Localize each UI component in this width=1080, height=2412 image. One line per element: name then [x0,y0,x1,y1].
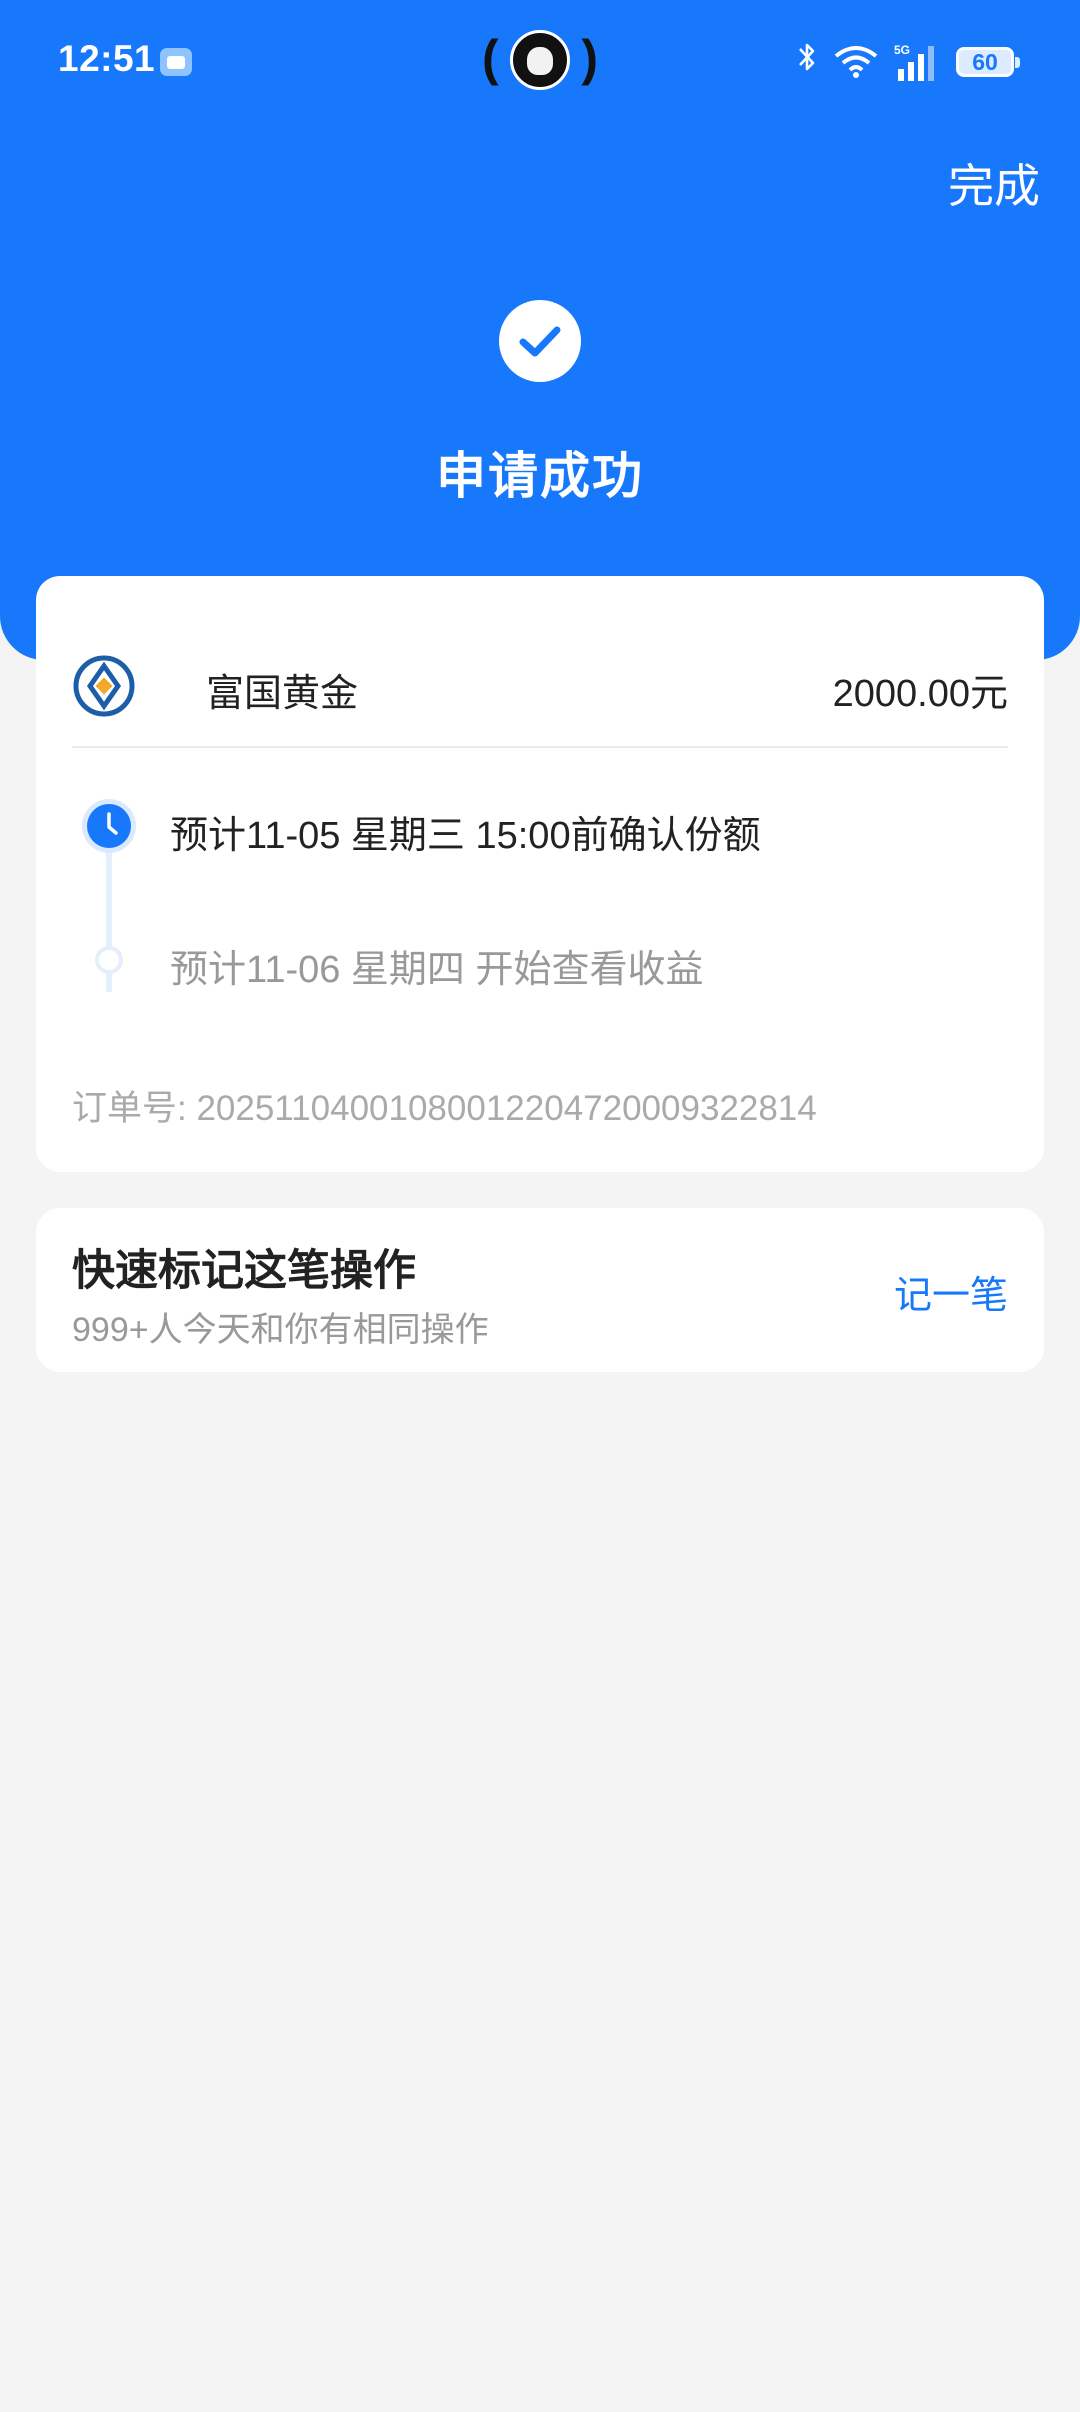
divider [72,746,1008,748]
order-number: 订单号: 20251104001080012204720009322814 [72,1089,817,1128]
wifi-icon [834,46,878,78]
check-circle-icon [499,300,581,382]
status-icons: 5G 60 [796,40,1020,85]
quick-mark-title: 快速标记这笔操作 [72,1247,416,1295]
battery-icon: 60 [956,47,1020,77]
notification-app-icon [160,48,192,76]
signal-5g-icon: 5G [894,43,934,81]
header-background: 12:51 ( ) 5G 60 完成 申请成功 [0,0,1080,660]
status-bar: 12:51 ( ) 5G 60 [0,0,1080,124]
paren-left: ( [482,30,499,86]
timeline-step-2: 预计11-06 星期四 开始查看收益 [170,949,704,991]
order-card: 富国黄金 2000.00元 预计11-05 星期三 15:00前确认份额 预计1… [36,576,1044,1172]
quick-mark-card: 快速标记这笔操作 999+人今天和你有相同操作 记一笔 [36,1208,1044,1372]
svg-text:5G: 5G [894,43,910,57]
timeline-dot-pending [95,946,123,974]
paren-right: ) [581,30,598,86]
success-title: 申请成功 [436,448,644,504]
fund-name: 富国黄金 [206,673,359,715]
fund-amount: 2000.00元 [832,673,1008,715]
bluetooth-icon [796,40,818,85]
done-button[interactable]: 完成 [948,150,1040,216]
status-time: 12:51 [58,38,156,79]
fund-logo-icon [73,655,135,717]
screen: 12:51 ( ) 5G 60 完成 申请成功 富国黄金 2000.00元 预计… [0,0,1080,2412]
quick-mark-subtitle: 999+人今天和你有相同操作 [72,1311,489,1349]
record-button[interactable]: 记一笔 [894,1264,1008,1319]
clock-icon [82,799,136,853]
avatar [510,30,570,90]
timeline-step-1: 预计11-05 星期三 15:00前确认份额 [170,815,761,857]
fund-row[interactable]: 富国黄金 2000.00元 [72,654,1008,718]
status-avatar: ( ) [482,28,598,92]
